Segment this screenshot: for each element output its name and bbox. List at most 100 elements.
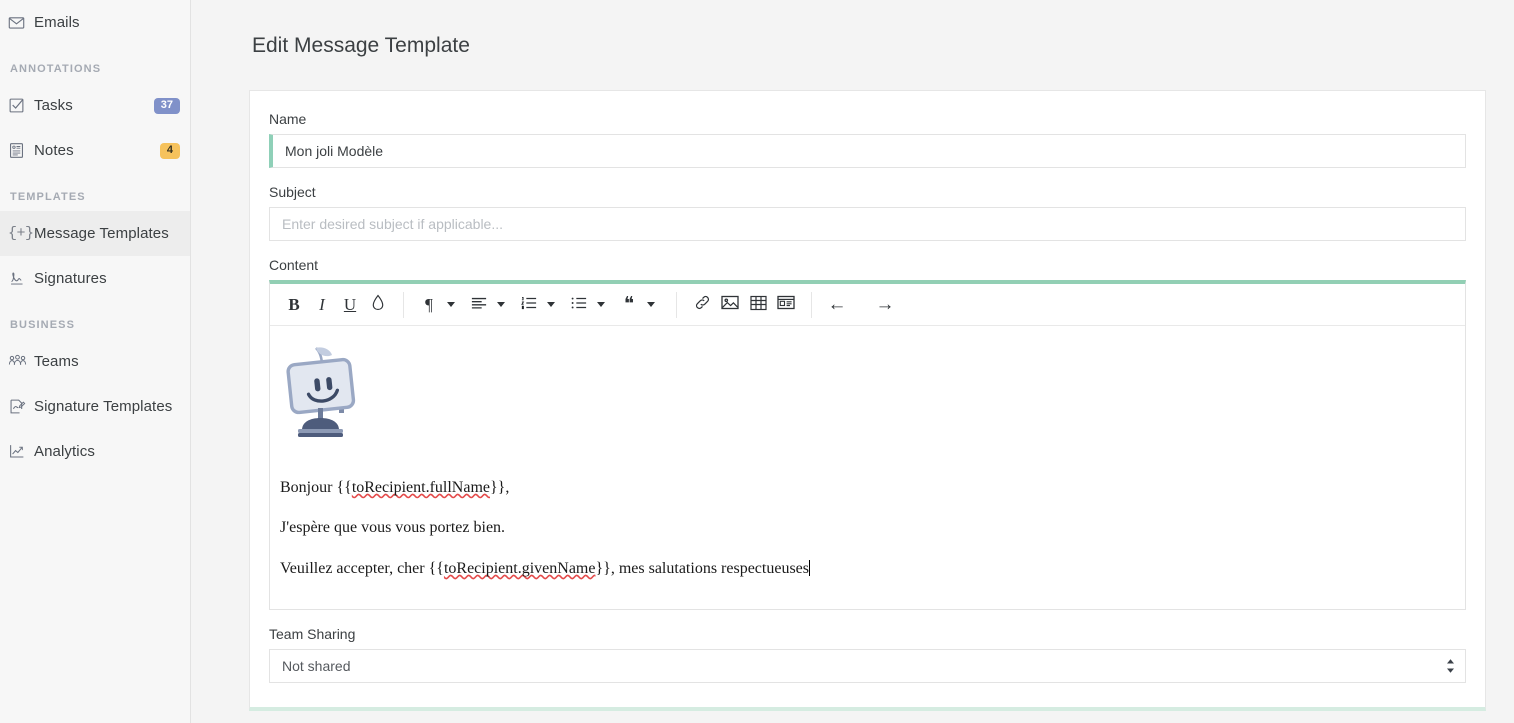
toolbar-group-blocks: ¶ ❝ (415, 290, 665, 320)
subject-label: Subject (269, 184, 316, 201)
sidebar-item-label: Teams (34, 353, 79, 370)
signature-card-button[interactable] (772, 290, 800, 320)
checkbox-icon (8, 97, 34, 114)
team-sharing-label: Team Sharing (269, 625, 356, 642)
toolbar-group-insert (688, 290, 800, 320)
sidebar-item-label: Notes (34, 142, 74, 159)
redo-button[interactable]: → (871, 290, 899, 320)
table-icon (749, 295, 767, 315)
sidebar-item-emails[interactable]: Emails (0, 0, 190, 45)
quote-control[interactable]: ❝ (615, 290, 658, 320)
template-form-card: Name Subject Content B (249, 90, 1486, 711)
sidebar-item-label: Emails (34, 14, 80, 31)
sidebar-item-label: Tasks (34, 97, 73, 114)
sidebar-item-signature-templates[interactable]: Signature Templates (0, 384, 190, 429)
main-content: Edit Message Template Name Subject Conte… (191, 0, 1514, 723)
sidebar: Emails ANNOTATIONS Tasks 37 Notes 4 TEMP… (0, 0, 191, 723)
quote-icon: ❝ (623, 294, 635, 316)
editor-paragraph: Bonjour {{toRecipient.fullName}}, (280, 477, 1455, 499)
signature-card-icon (777, 295, 795, 314)
bullet-list-button[interactable] (565, 290, 593, 320)
image-button[interactable] (716, 290, 744, 320)
field-group-content: Content B I U ¶ ❝ ← → Bonjour {{toRecipi… (269, 257, 1466, 610)
note-icon (8, 142, 34, 159)
italic-button[interactable]: I (308, 290, 336, 320)
droplet-icon (371, 294, 385, 315)
document-pen-icon (8, 398, 34, 415)
name-input[interactable] (269, 134, 1466, 169)
undo-button[interactable]: ← (823, 290, 851, 320)
italic-icon: I (319, 294, 325, 314)
sidebar-item-teams[interactable]: Teams (0, 339, 190, 384)
chevron-down-icon[interactable] (497, 302, 505, 308)
paragraph-text-before: Bonjour {{ (280, 478, 352, 496)
envelope-icon (8, 14, 34, 31)
status-badge: 4 (159, 142, 180, 159)
chart-line-icon (8, 443, 34, 460)
editor-paragraph: Veuillez accepter, cher {{toRecipient.gi… (280, 558, 1455, 580)
people-group-icon (8, 353, 34, 370)
editor-content-area[interactable]: Bonjour {{toRecipient.fullName}}, J'espè… (270, 326, 1465, 608)
align-control[interactable] (465, 290, 508, 320)
chevron-down-icon[interactable] (447, 302, 455, 308)
bold-icon: B (288, 294, 300, 314)
template-variable: toRecipient.fullName (351, 478, 490, 496)
sidebar-item-analytics[interactable]: Analytics (0, 429, 190, 474)
chevron-down-icon[interactable] (647, 302, 655, 308)
ordered-list-button[interactable] (515, 290, 543, 320)
team-sharing-select-wrapper: Not shared (269, 648, 1466, 683)
chevron-down-icon[interactable] (547, 302, 555, 308)
arrow-right-icon: → (875, 293, 895, 315)
table-button[interactable] (744, 290, 772, 320)
pilcrow-icon: ¶ (425, 294, 433, 314)
sidebar-item-label: Signatures (34, 270, 107, 287)
toolbar-group-format: B I U (280, 290, 392, 320)
status-badge: 37 (153, 97, 180, 114)
bold-button[interactable]: B (280, 290, 308, 320)
quote-button[interactable]: ❝ (615, 290, 643, 320)
toolbar-divider (403, 291, 404, 318)
sidebar-item-label: Signature Templates (34, 398, 173, 415)
ordered-list-control[interactable] (515, 290, 558, 320)
align-button[interactable] (465, 290, 493, 320)
link-button[interactable] (688, 290, 716, 320)
align-icon (471, 296, 487, 314)
subject-input[interactable] (269, 207, 1466, 242)
text-color-button[interactable] (364, 290, 392, 320)
sidebar-item-notes[interactable]: Notes 4 (0, 128, 190, 173)
link-icon (694, 294, 711, 315)
paragraph-text-after: }}, (490, 478, 510, 496)
sidebar-item-label: Message Templates (34, 225, 169, 242)
field-group-subject: Subject (269, 184, 1466, 242)
brace-plus-icon: {+} (8, 225, 34, 242)
text-cursor (809, 559, 810, 576)
signature-icon (8, 270, 34, 287)
sidebar-item-message-templates[interactable]: {+} Message Templates (0, 211, 190, 256)
sidebar-item-signatures[interactable]: Signatures (0, 256, 190, 301)
sidebar-section-templates: TEMPLATES (10, 191, 86, 203)
toolbar-group-history: ← → (823, 290, 899, 320)
underline-button[interactable]: U (336, 290, 364, 320)
bullet-list-icon (571, 296, 587, 314)
paragraph-text-before: Veuillez accepter, cher {{ (280, 559, 444, 577)
underline-icon: U (343, 294, 357, 314)
arrow-left-icon: ← (827, 293, 847, 315)
paragraph-style-control[interactable]: ¶ (415, 290, 458, 320)
content-label: Content (269, 257, 319, 274)
app-root: Emails ANNOTATIONS Tasks 37 Notes 4 TEMP… (0, 0, 1514, 723)
bullet-list-control[interactable] (565, 290, 608, 320)
paragraph-button[interactable]: ¶ (415, 290, 443, 320)
sidebar-item-tasks[interactable]: Tasks 37 (0, 83, 190, 128)
name-label: Name (269, 111, 307, 128)
field-group-team-sharing: Team Sharing Not shared (269, 626, 1466, 683)
mascot-image (282, 344, 1455, 447)
ordered-list-icon (521, 296, 537, 314)
image-icon (721, 295, 739, 314)
field-group-name: Name (269, 111, 1466, 169)
toolbar-divider (676, 291, 677, 318)
team-sharing-select[interactable]: Not shared (269, 648, 1466, 683)
chevron-down-icon[interactable] (597, 302, 605, 308)
editor-toolbar: B I U ¶ ❝ ← → (270, 284, 1465, 327)
sidebar-section-annotations: ANNOTATIONS (10, 63, 102, 75)
paragraph-text-before: J'espère que vous vous portez bien. (280, 519, 506, 537)
